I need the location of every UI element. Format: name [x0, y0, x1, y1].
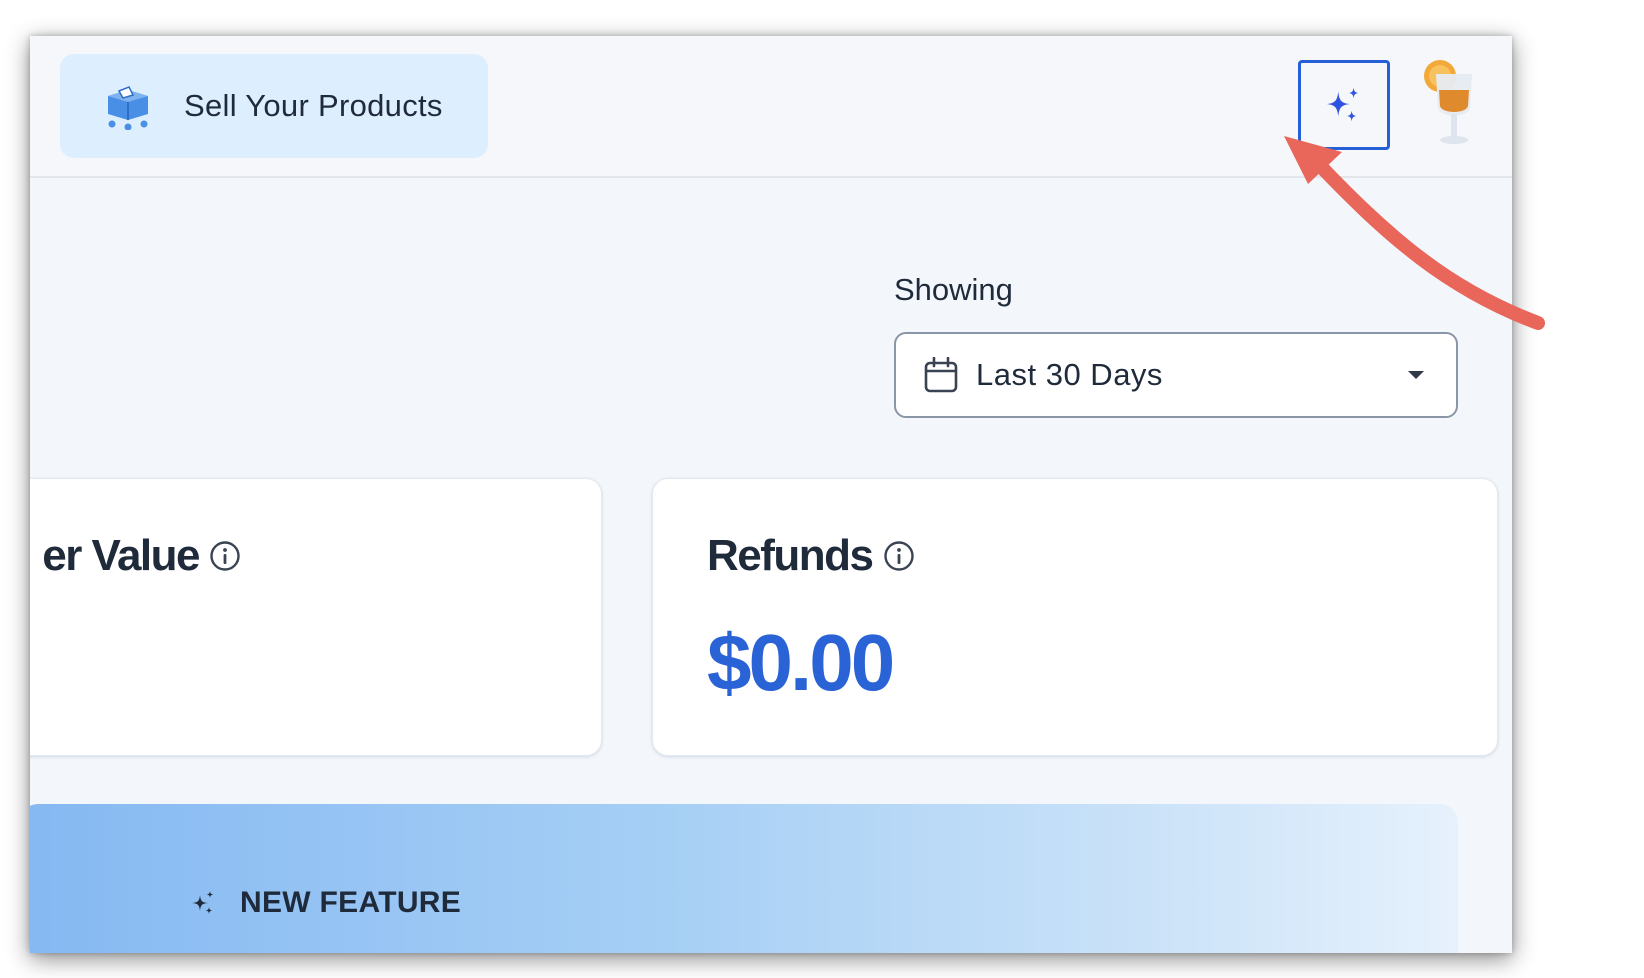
date-range-value: Last 30 Days — [976, 357, 1163, 392]
average-order-value-card: er Value — [30, 478, 602, 756]
refunds-value: $0.00 — [707, 618, 895, 707]
refunds-card: Refunds $0.00 — [652, 478, 1498, 756]
calendar-icon — [924, 357, 958, 393]
card-title: Refunds — [707, 531, 915, 581]
annotation-arrow — [1284, 136, 1545, 330]
card-title: er Value — [42, 531, 241, 581]
info-icon[interactable] — [209, 540, 241, 572]
new-feature-banner: NEW FEATURE — [30, 804, 1458, 953]
sparkles-icon — [190, 890, 216, 916]
store-cart-icon — [100, 82, 156, 130]
chevron-down-icon — [1408, 371, 1424, 379]
sparkles-icon — [1326, 87, 1359, 122]
card-title-text: er Value — [42, 531, 200, 580]
card-title-text: Refunds — [707, 531, 874, 580]
info-icon[interactable] — [883, 540, 915, 572]
sell-your-products-label: Sell Your Products — [184, 88, 443, 123]
new-feature-tag: NEW FEATURE — [190, 886, 461, 920]
showing-label: Showing — [894, 272, 1013, 307]
sell-your-products-button[interactable]: Sell Your Products — [60, 54, 488, 158]
new-feature-label: NEW FEATURE — [240, 886, 462, 919]
